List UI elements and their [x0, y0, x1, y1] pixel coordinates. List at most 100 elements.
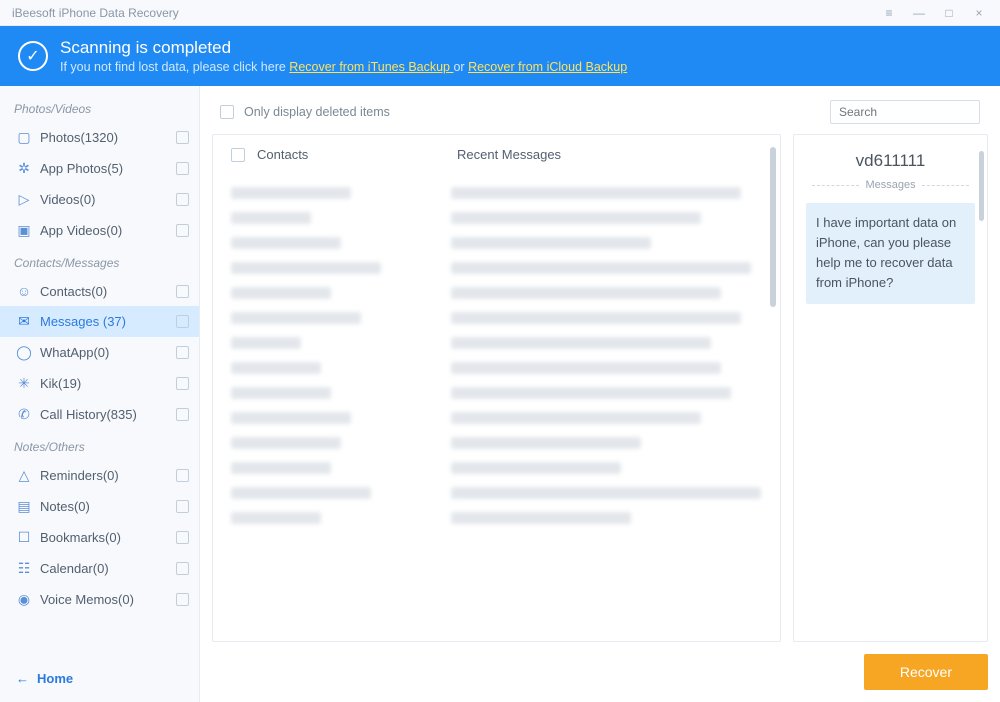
- sidebar-item-label: Calendar(0): [40, 561, 109, 576]
- category-icon: ▷: [14, 191, 34, 208]
- sidebar-item[interactable]: ✲App Photos(5): [0, 153, 199, 184]
- sidebar-item-label: Contacts(0): [40, 284, 107, 299]
- sidebar-item-checkbox[interactable]: [176, 469, 189, 482]
- list-item[interactable]: [231, 387, 762, 399]
- sidebar-item[interactable]: ✉ Messages (37): [0, 306, 199, 337]
- list-item[interactable]: [231, 262, 762, 274]
- column-contacts: Contacts: [257, 147, 457, 162]
- sidebar-item[interactable]: ☷ Calendar(0): [0, 553, 199, 584]
- category-icon: ☷: [14, 560, 34, 577]
- category-icon: ◯: [14, 344, 34, 361]
- message-list-panel: Contacts Recent Messages: [212, 134, 781, 642]
- preview-title: vd611111: [806, 151, 975, 171]
- sidebar-item-label: Messages (37): [40, 314, 126, 329]
- sidebar-item[interactable]: ◯ WhatApp(0): [0, 337, 199, 368]
- sidebar-item-checkbox[interactable]: [176, 224, 189, 237]
- sidebar-item-checkbox[interactable]: [176, 500, 189, 513]
- minimize-button[interactable]: —: [904, 0, 934, 26]
- sidebar-item-checkbox[interactable]: [176, 193, 189, 206]
- sidebar-item-label: Call History(835): [40, 407, 137, 422]
- sidebar-group-header: Photos/Videos: [0, 92, 199, 122]
- sidebar-item[interactable]: ▤ Notes(0): [0, 491, 199, 522]
- list-item[interactable]: [231, 337, 762, 349]
- category-icon: ◉: [14, 591, 34, 608]
- recover-icloud-link[interactable]: Recover from iCloud Backup: [468, 60, 627, 74]
- maximize-button[interactable]: □: [934, 0, 964, 26]
- home-link[interactable]: ← Home: [16, 671, 183, 686]
- select-all-checkbox[interactable]: [231, 148, 245, 162]
- search-input[interactable]: [830, 100, 980, 124]
- list-item[interactable]: [231, 187, 762, 199]
- category-icon: ▢: [14, 129, 34, 146]
- sidebar-item-label: Reminders(0): [40, 468, 119, 483]
- status-banner: ✓ Scanning is completed If you not find …: [0, 26, 1000, 86]
- list-item[interactable]: [231, 237, 762, 249]
- sidebar-item-label: Voice Memos(0): [40, 592, 134, 607]
- sidebar-item-label: App Videos(0): [40, 223, 122, 238]
- only-deleted-checkbox[interactable]: [220, 105, 234, 119]
- sidebar-item-label: Notes(0): [40, 499, 90, 514]
- menu-icon[interactable]: ≡: [874, 0, 904, 26]
- sidebar-item[interactable]: ▢ Photos(1320): [0, 122, 199, 153]
- sidebar-item[interactable]: ☺ Contacts(0): [0, 276, 199, 306]
- banner-subtitle: If you not find lost data, please click …: [60, 60, 627, 74]
- sidebar-item-label: Videos(0): [40, 192, 95, 207]
- list-item[interactable]: [231, 437, 762, 449]
- recover-button[interactable]: Recover: [864, 654, 988, 690]
- sidebar-item-checkbox[interactable]: [176, 593, 189, 606]
- preview-panel: vd611111 Messages I have important data …: [793, 134, 988, 642]
- sidebar-item-checkbox[interactable]: [176, 408, 189, 421]
- preview-scrollbar[interactable]: [979, 151, 984, 221]
- preview-message-body: I have important data on iPhone, can you…: [806, 203, 975, 304]
- sidebar-item-checkbox[interactable]: [176, 285, 189, 298]
- sidebar-item[interactable]: ✳ Kik(19): [0, 368, 199, 399]
- category-icon: ✆: [14, 406, 34, 423]
- close-button[interactable]: ×: [964, 0, 994, 26]
- window-title: iBeesoft iPhone Data Recovery: [12, 6, 179, 20]
- column-recent-messages: Recent Messages: [457, 147, 561, 162]
- arrow-left-icon: ←: [16, 671, 29, 686]
- banner-title: Scanning is completed: [60, 38, 627, 58]
- list-item[interactable]: [231, 462, 762, 474]
- sidebar-item-checkbox[interactable]: [176, 131, 189, 144]
- list-item[interactable]: [231, 362, 762, 374]
- preview-divider: Messages: [806, 179, 975, 191]
- titlebar: iBeesoft iPhone Data Recovery ≡ — □ ×: [0, 0, 1000, 26]
- sidebar-item-label: WhatApp(0): [40, 345, 109, 360]
- category-icon: ✉: [14, 313, 34, 330]
- list-scrollbar[interactable]: [770, 147, 776, 307]
- sidebar-item[interactable]: ▣ App Videos(0): [0, 215, 199, 246]
- sidebar-item[interactable]: △Reminders(0): [0, 460, 199, 491]
- sidebar: Photos/Videos ▢ Photos(1320) ✲App Photos(5)…: [0, 86, 200, 702]
- sidebar-item-label: Bookmarks(0): [40, 530, 121, 545]
- sidebar-item-checkbox[interactable]: [176, 315, 189, 328]
- list-item[interactable]: [231, 212, 762, 224]
- sidebar-item-checkbox[interactable]: [176, 562, 189, 575]
- sidebar-group-header: Contacts/Messages: [0, 246, 199, 276]
- category-icon: ✳: [14, 375, 34, 392]
- sidebar-item-checkbox[interactable]: [176, 531, 189, 544]
- category-icon: ▣: [14, 222, 34, 239]
- sidebar-item-label: Kik(19): [40, 376, 81, 391]
- sidebar-item[interactable]: ▷ Videos(0): [0, 184, 199, 215]
- list-item[interactable]: [231, 312, 762, 324]
- list-item[interactable]: [231, 412, 762, 424]
- list-item[interactable]: [231, 487, 762, 499]
- category-icon: ☺: [14, 283, 34, 299]
- sidebar-item[interactable]: ✆ Call History(835): [0, 399, 199, 430]
- sidebar-group-header: Notes/Others: [0, 430, 199, 460]
- only-deleted-label: Only display deleted items: [244, 105, 390, 119]
- list-item[interactable]: [231, 287, 762, 299]
- recover-itunes-link[interactable]: Recover from iTunes Backup: [289, 60, 453, 74]
- sidebar-item-label: Photos(1320): [40, 130, 118, 145]
- toolbar: Only display deleted items: [212, 96, 988, 134]
- sidebar-item-checkbox[interactable]: [176, 377, 189, 390]
- list-item[interactable]: [231, 512, 762, 524]
- main-panel: Only display deleted items Contacts Rece…: [200, 86, 1000, 702]
- category-icon: ▤: [14, 498, 34, 515]
- sidebar-item[interactable]: ☐Bookmarks(0): [0, 522, 199, 553]
- check-icon: ✓: [18, 41, 48, 71]
- sidebar-item-checkbox[interactable]: [176, 346, 189, 359]
- sidebar-item-checkbox[interactable]: [176, 162, 189, 175]
- sidebar-item[interactable]: ◉ Voice Memos(0): [0, 584, 199, 615]
